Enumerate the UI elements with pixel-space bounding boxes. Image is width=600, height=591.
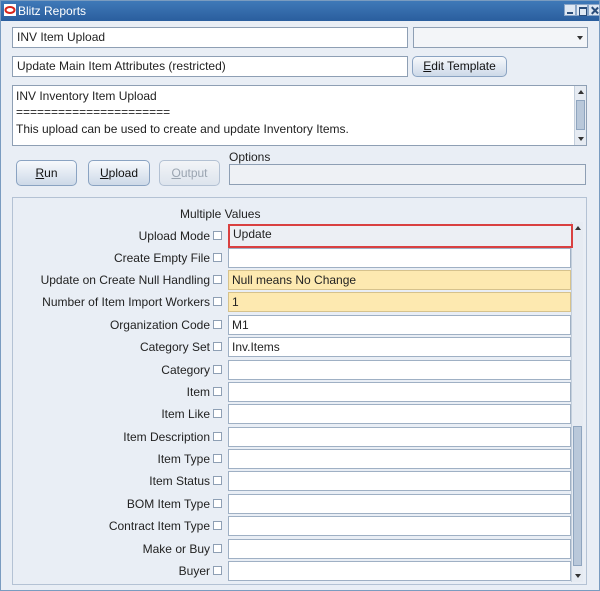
bom-item-type-label: BOM Item Type — [126, 497, 210, 511]
null-handling-label: Update on Create Null Handling — [40, 273, 210, 287]
run-mnemonic: R — [35, 166, 45, 180]
buyer-label: Buyer — [178, 564, 210, 578]
maximize-button[interactable] — [576, 4, 588, 16]
item-type-multi-checkbox[interactable] — [213, 454, 222, 463]
buyer-multi-checkbox[interactable] — [213, 566, 222, 575]
bom-item-type-multi-checkbox[interactable] — [213, 499, 222, 508]
template-field[interactable]: Update Main Item Attributes (restricted) — [12, 56, 408, 77]
options-label: Options — [229, 150, 271, 164]
output-label: utput — [180, 166, 208, 180]
oracle-app-icon — [4, 4, 16, 16]
null-handling-field[interactable]: Null means No Change — [228, 270, 571, 290]
upload-mode-label: Upload Mode — [138, 229, 210, 243]
category-set-multi-checkbox[interactable] — [213, 342, 222, 351]
import-workers-field[interactable]: 1 — [228, 292, 571, 312]
organization-code-label: Organization Code — [109, 318, 210, 332]
scroll-thumb[interactable] — [573, 426, 582, 566]
item-type-label: Item Type — [157, 452, 210, 466]
import-workers-multi-checkbox[interactable] — [213, 297, 222, 306]
item-description-field[interactable] — [228, 427, 571, 447]
upload-mode-multi-checkbox[interactable] — [213, 231, 222, 240]
item-status-label: Item Status — [149, 474, 210, 488]
category-multi-checkbox[interactable] — [213, 365, 222, 374]
item-label: Item — [186, 385, 210, 399]
category-field[interactable] — [228, 360, 571, 380]
output-mnemonic: O — [171, 166, 181, 180]
buyer-field[interactable] — [228, 561, 571, 581]
upload-mode-field[interactable]: Update — [228, 224, 573, 248]
import-workers-label: Number of Item Import Workers — [42, 295, 210, 309]
report-selector-dropdown[interactable] — [413, 27, 588, 48]
description-scrollbar[interactable] — [574, 86, 586, 145]
item-description-label: Item Description — [123, 430, 210, 444]
description-line-divider: ====================== — [16, 105, 171, 119]
organization-code-multi-checkbox[interactable] — [213, 320, 222, 329]
create-empty-file-label: Create Empty File — [113, 251, 210, 265]
scroll-thumb[interactable] — [576, 100, 585, 130]
title-bar: Blitz Reports — [1, 1, 600, 21]
upload-mnemonic: U — [99, 166, 109, 180]
null-handling-multi-checkbox[interactable] — [213, 275, 222, 284]
item-like-label: Item Like — [161, 407, 210, 421]
options-field[interactable] — [229, 164, 586, 185]
run-label: un — [44, 166, 58, 180]
organization-code-field[interactable]: M1 — [228, 315, 571, 335]
scroll-up-icon[interactable] — [578, 90, 584, 94]
blitz-reports-window: Blitz Reports INV Item Upload Update Mai… — [0, 0, 600, 591]
bom-item-type-field[interactable] — [228, 494, 571, 514]
output-button[interactable]: Output — [159, 160, 220, 186]
description-line-body: This upload can be used to create and up… — [16, 122, 349, 136]
window-title: Blitz Reports — [18, 4, 87, 18]
multiple-values-label: Multiple Values — [180, 207, 261, 221]
category-label: Category — [161, 363, 210, 377]
edit-template-label: dit Template — [431, 59, 496, 73]
upload-button[interactable]: Upload — [88, 160, 150, 186]
make-or-buy-multi-checkbox[interactable] — [213, 544, 222, 553]
create-empty-file-multi-checkbox[interactable] — [213, 253, 222, 262]
item-like-field[interactable] — [228, 404, 571, 424]
item-description-multi-checkbox[interactable] — [213, 432, 222, 441]
chevron-down-icon — [577, 36, 583, 40]
close-button[interactable] — [588, 4, 600, 16]
minimize-button[interactable] — [564, 4, 576, 16]
contract-item-type-label: Contract Item Type — [108, 519, 210, 533]
create-empty-file-field[interactable] — [228, 248, 571, 268]
report-name-field[interactable]: INV Item Upload — [12, 27, 408, 48]
item-multi-checkbox[interactable] — [213, 387, 222, 396]
item-like-multi-checkbox[interactable] — [213, 409, 222, 418]
scroll-down-icon[interactable] — [575, 574, 581, 578]
upload-label: pload — [108, 166, 139, 180]
item-status-multi-checkbox[interactable] — [213, 476, 222, 485]
make-or-buy-field[interactable] — [228, 539, 571, 559]
contract-item-type-multi-checkbox[interactable] — [213, 521, 222, 530]
make-or-buy-label: Make or Buy — [142, 542, 210, 556]
category-set-field[interactable]: Inv.Items — [228, 337, 571, 357]
report-description: INV Inventory Item Upload ==============… — [12, 85, 587, 146]
run-button[interactable]: Run — [16, 160, 77, 186]
category-set-label: Category Set — [139, 340, 210, 354]
scroll-up-icon[interactable] — [575, 226, 581, 230]
description-line-title: INV Inventory Item Upload — [16, 89, 157, 103]
parameters-scrollbar[interactable] — [571, 222, 583, 582]
item-type-field[interactable] — [228, 449, 571, 469]
edit-template-button[interactable]: Edit Template — [412, 56, 507, 77]
scroll-down-icon[interactable] — [578, 137, 584, 141]
item-field[interactable] — [228, 382, 571, 402]
item-status-field[interactable] — [228, 471, 571, 491]
contract-item-type-field[interactable] — [228, 516, 571, 536]
